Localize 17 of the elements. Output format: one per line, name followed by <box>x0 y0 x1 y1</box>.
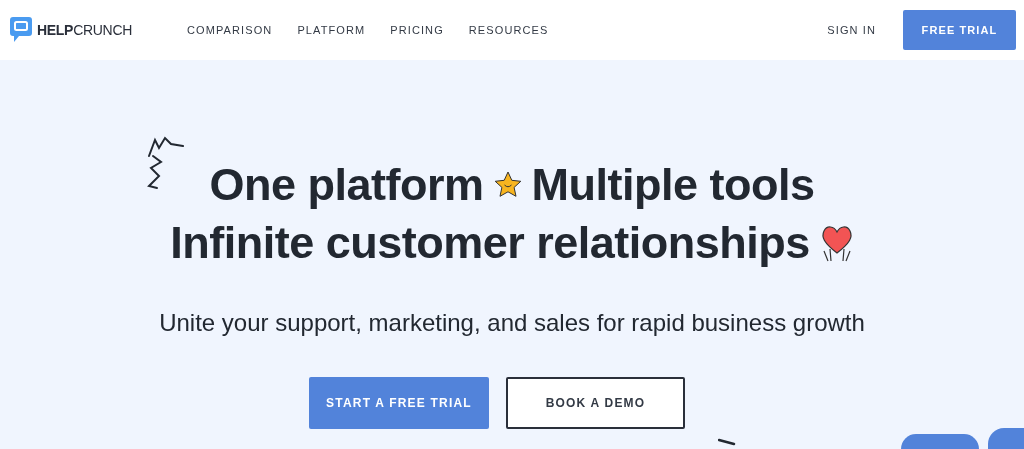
headline: Infinite customer relationships <box>170 216 810 270</box>
sign-in-link[interactable]: SIGN IN <box>827 24 876 36</box>
book-demo-button[interactable]: BOOK A DEMO <box>506 377 685 429</box>
nav-link[interactable]: PRICING <box>390 24 444 36</box>
smiling-star-icon <box>493 171 522 199</box>
logo-text: HELPCRUNCH <box>37 22 132 38</box>
nav-link[interactable]: PLATFORM <box>297 24 366 36</box>
nav-link[interactable]: COMPARISON <box>187 24 273 36</box>
free-trial-button[interactable]: FREE TRIAL <box>903 10 1016 50</box>
heart-in-hands-icon <box>819 223 854 263</box>
nav-link[interactable]: RESOURCES <box>468 24 549 36</box>
dash-stroke-icon <box>718 438 736 446</box>
headline: Multiple tools <box>531 158 815 212</box>
start-trial-button[interactable]: START A FREE TRIAL <box>309 377 489 429</box>
subtitle: Unite your support, marketing, and sales for rapid business growth <box>158 309 866 337</box>
headline: One platform <box>209 158 484 212</box>
chat-bubble-icon <box>10 17 32 43</box>
